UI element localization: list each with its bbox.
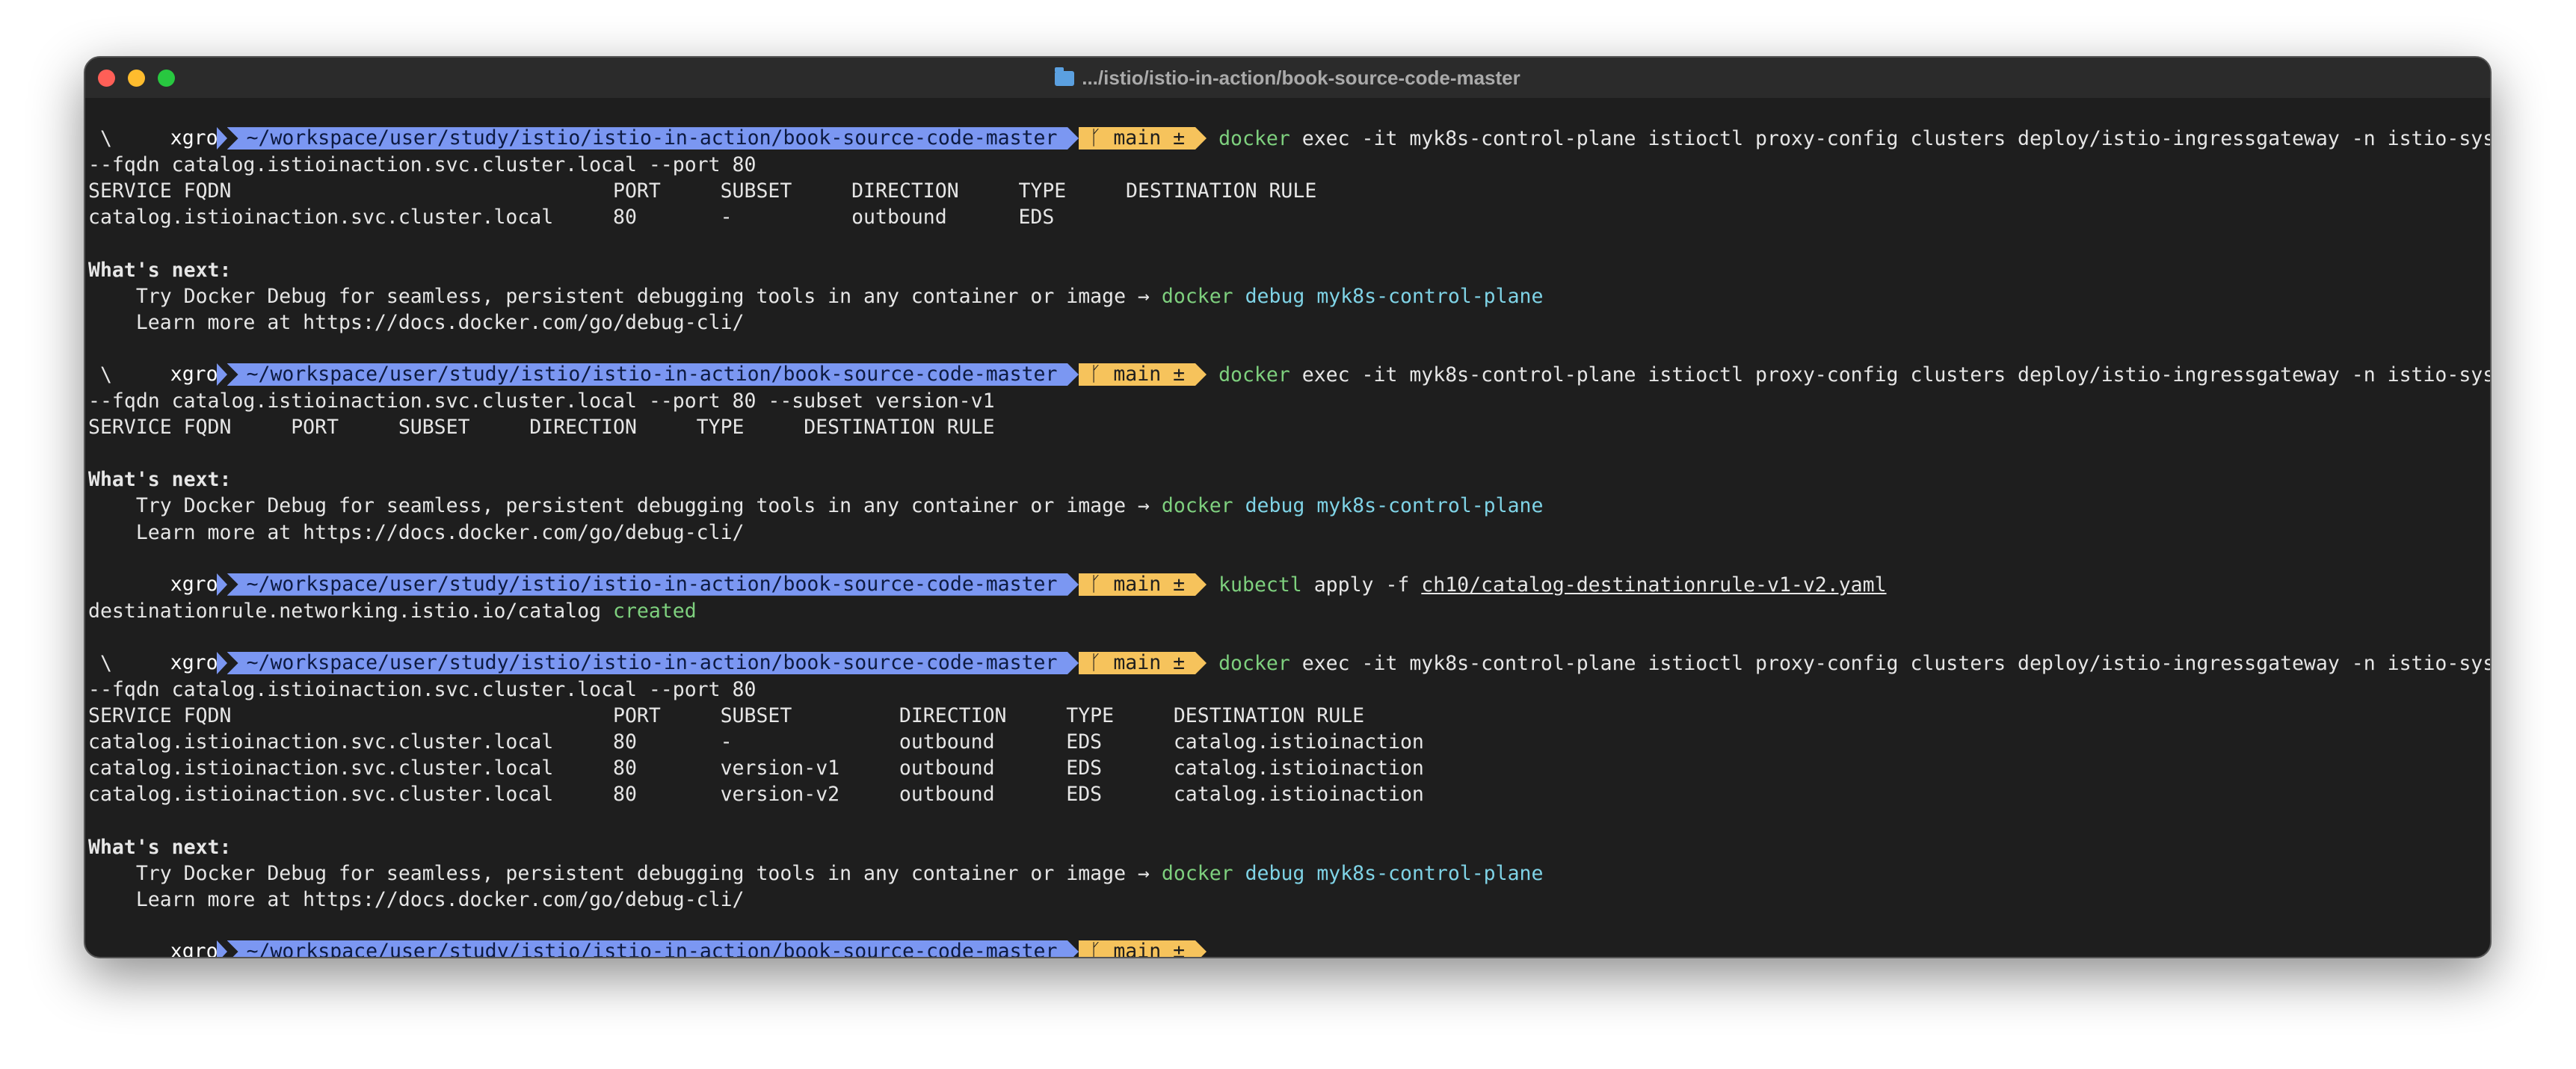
prompt-line: xgro ~/workspace/user/study/istio/istio-i… xyxy=(88,99,2490,150)
debug-command-program: docker xyxy=(1161,494,1233,518)
debug-command-args: debug myk8s-control-plane xyxy=(1233,861,1544,885)
prompt-line[interactable]: xgro ~/workspace/user/study/istio/istio-i… xyxy=(88,913,2487,957)
command-args: --fqdn catalog.istioinaction.svc.cluster… xyxy=(88,153,757,177)
debug-command-program: docker xyxy=(1161,861,1233,885)
learn-more-line: Learn more at https://docs.docker.com/go… xyxy=(88,520,745,544)
command-continuation: \ xyxy=(88,363,112,386)
docker-debug-hint: Try Docker Debug for seamless, persisten… xyxy=(88,284,1544,308)
table-row: catalog.istioinaction.svc.cluster.local … xyxy=(88,206,1055,229)
table-header: SERVICE FQDN PORT SUBSET DIRECTION TYPE … xyxy=(88,179,1317,203)
command-continuation: \ xyxy=(88,127,112,151)
prompt-line: xgro ~/workspace/user/study/istio/istio-i… xyxy=(88,336,2490,386)
prompt-end-separator xyxy=(1195,940,1207,957)
git-branch-icon: ᚴ xyxy=(1089,940,1102,958)
table-row: catalog.istioinaction.svc.cluster.local … xyxy=(88,757,1424,780)
command-args: --fqdn catalog.istioinaction.svc.cluster… xyxy=(88,389,995,413)
debug-command-args: debug myk8s-control-plane xyxy=(1233,494,1544,518)
debug-command-program: docker xyxy=(1161,284,1233,308)
command-continuation: \ xyxy=(88,651,112,675)
docker-debug-hint: Try Docker Debug for seamless, persisten… xyxy=(88,494,1544,518)
window-title: .../istio/istio-in-action/book-source-co… xyxy=(85,67,2490,90)
table-row: catalog.istioinaction.svc.cluster.local … xyxy=(88,783,1424,807)
terminal-output[interactable]: xgro ~/workspace/user/study/istio/istio-i… xyxy=(85,98,2490,957)
learn-more-line: Learn more at https://docs.docker.com/go… xyxy=(88,310,745,334)
table-header: SERVICE FQDN PORT SUBSET DIRECTION TYPE … xyxy=(88,416,995,440)
title-bar: .../istio/istio-in-action/book-source-co… xyxy=(85,58,2490,98)
terminal-window: .../istio/istio-in-action/book-source-co… xyxy=(84,56,2492,958)
whats-next-heading: What's next: xyxy=(88,468,232,492)
debug-command-args: debug myk8s-control-plane xyxy=(1233,284,1544,308)
table-header: SERVICE FQDN PORT SUBSET DIRECTION TYPE … xyxy=(88,704,1365,728)
folder-icon xyxy=(1055,67,1075,86)
prompt-user: xgro xyxy=(159,940,227,957)
whats-next-heading: What's next: xyxy=(88,835,232,859)
apply-result-line: destinationrule.networking.istio.io/cata… xyxy=(88,599,697,623)
command-args: --fqdn catalog.istioinaction.svc.cluster… xyxy=(88,678,757,702)
prompt-path: ~/workspace/user/study/istio/istio-in-ac… xyxy=(227,940,1068,957)
prompt-line: xgro ~/workspace/user/study/istio/istio-i… xyxy=(88,624,2490,675)
prompt-git-branch: ᚴ main ± xyxy=(1079,940,1196,958)
learn-more-line: Learn more at https://docs.docker.com/go… xyxy=(88,887,745,911)
created-status: created xyxy=(613,599,697,623)
prompt: xgro ~/workspace/user/study/istio/istio-i… xyxy=(159,940,1218,958)
prompt-separator xyxy=(1067,940,1079,957)
whats-next-heading: What's next: xyxy=(88,258,232,282)
table-row: catalog.istioinaction.svc.cluster.local … xyxy=(88,730,1424,754)
prompt-line: xgro ~/workspace/user/study/istio/istio-i… xyxy=(88,546,2487,597)
docker-debug-hint: Try Docker Debug for seamless, persisten… xyxy=(88,861,1544,885)
